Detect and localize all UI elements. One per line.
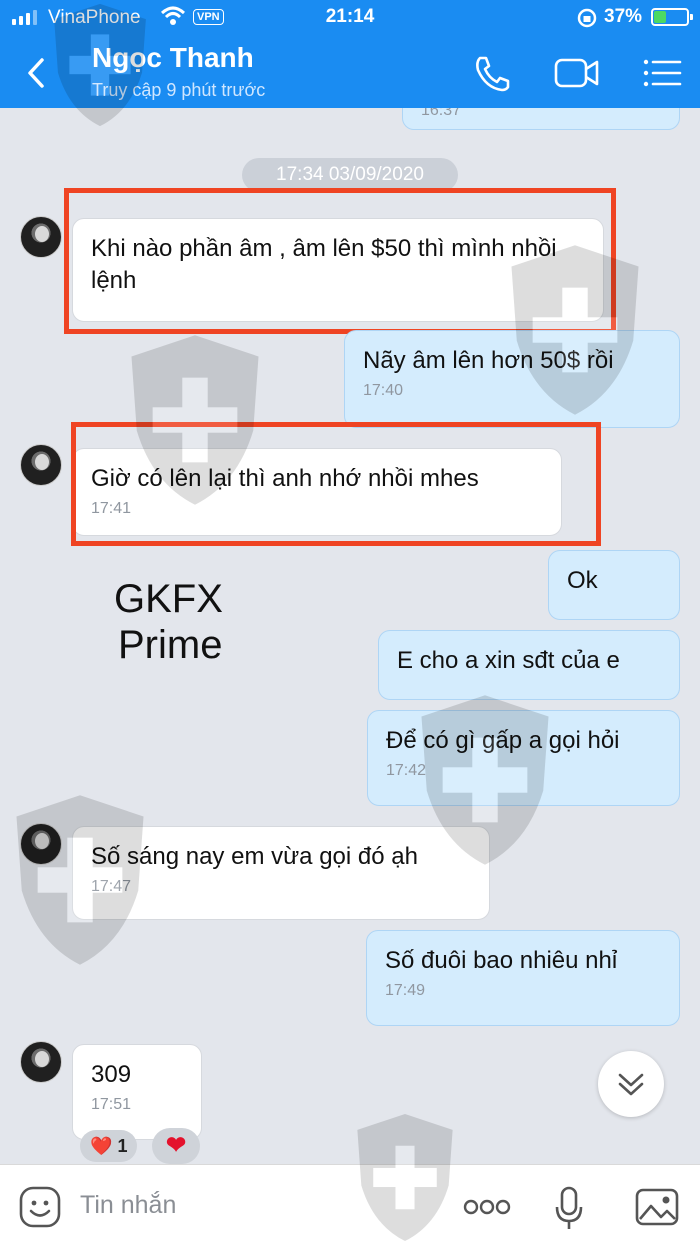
contact-last-seen: Truy cập 9 phút trước — [92, 80, 266, 100]
message-time: 17:49 — [385, 982, 426, 999]
message-text: Ok — [567, 567, 598, 594]
heart-icon: ❤️ — [90, 1136, 113, 1156]
message-bubble-outgoing[interactable]: Ok — [548, 550, 680, 620]
caption-line: GKFX — [114, 577, 223, 621]
chat-header: VinaPhone VPN 21:14 37% Ngọc Thanh Truy … — [0, 0, 700, 108]
message-bubble-incoming[interactable]: 309 17:51 — [72, 1044, 202, 1140]
contact-avatar[interactable] — [20, 216, 62, 258]
message-time: 16:37 — [421, 108, 462, 119]
battery-percent: 37% — [604, 6, 643, 27]
message-text: Nãy âm lên hơn 50$ rồi — [363, 347, 614, 374]
message-text: Số đuôi bao nhiêu nhỉ — [385, 947, 618, 974]
message-time: 17:42 — [386, 762, 427, 779]
message-input[interactable] — [80, 1187, 440, 1223]
highlight-box — [64, 188, 616, 334]
date-separator: 17:34 03/09/2020 — [242, 158, 458, 192]
message-text: Số sáng nay em vừa gọi đó ạh — [91, 843, 418, 870]
phone-icon[interactable] — [470, 52, 514, 92]
contact-avatar[interactable] — [20, 444, 62, 486]
emoji-icon[interactable] — [18, 1185, 62, 1229]
message-bubble-outgoing[interactable]: Để có gì gấp a gọi hỏi 17:42 — [367, 710, 680, 806]
message-time: 17:51 — [91, 1096, 132, 1113]
menu-icon[interactable] — [640, 54, 684, 92]
contact-name[interactable]: Ngọc Thanh — [92, 42, 254, 74]
contact-avatar[interactable] — [20, 1041, 62, 1083]
heart-icon: ❤ — [165, 1132, 187, 1159]
chevron-down-icon — [618, 1073, 644, 1096]
message-text: Để có gì gấp a gọi hỏi — [386, 727, 620, 754]
message-bubble-incoming[interactable]: Số sáng nay em vừa gọi đó ạh 17:47 — [72, 826, 490, 920]
message-time: 17:47 — [91, 878, 132, 895]
message-text: 309 — [91, 1061, 132, 1088]
battery-icon — [651, 8, 693, 26]
message-bubble-outgoing[interactable]: Số đuôi bao nhiêu nhỉ 17:49 — [366, 930, 680, 1026]
message-bubble-outgoing[interactable]: Nãy âm lên hơn 50$ rồi 17:40 — [344, 330, 680, 428]
reaction-count: 1 — [117, 1136, 128, 1156]
message-list[interactable]: 16:37 17:34 03/09/2020 Khi nào phần âm ,… — [0, 108, 700, 1164]
contact-avatar[interactable] — [20, 823, 62, 865]
scroll-to-bottom-button[interactable] — [598, 1051, 664, 1117]
caption-line: Prime — [118, 623, 223, 667]
image-icon[interactable] — [634, 1187, 680, 1227]
back-icon[interactable] — [22, 56, 52, 90]
message-bubble-outgoing[interactable]: E cho a xin sđt của e — [378, 630, 680, 700]
microphone-icon[interactable] — [554, 1185, 584, 1231]
message-time: 17:40 — [363, 382, 404, 399]
message-input-bar — [0, 1164, 700, 1245]
message-bubble-outgoing[interactable]: 16:37 — [402, 108, 680, 130]
more-icon[interactable] — [462, 1193, 512, 1221]
overlay-caption: GKFX Prime — [114, 576, 223, 668]
message-text: E cho a xin sđt của e — [397, 647, 620, 674]
video-camera-icon[interactable] — [552, 54, 602, 92]
add-reaction-button[interactable]: ❤ — [152, 1128, 200, 1164]
reaction-badge[interactable]: ❤️ 1 — [80, 1130, 138, 1162]
rotation-lock-icon — [577, 8, 597, 28]
highlight-box — [71, 422, 601, 546]
